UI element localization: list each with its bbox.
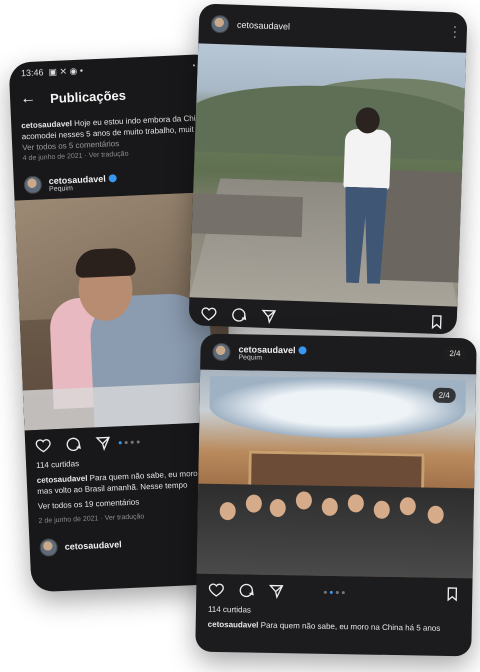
verified-badge [108,173,117,183]
avatar[interactable] [23,175,43,195]
save-icon[interactable] [444,586,460,602]
next-post-username[interactable]: cetosaudavel [64,539,121,551]
carousel-dots [118,439,140,444]
caption-text: Para quem não sabe, eu moro na China há … [260,620,441,633]
carousel-counter-inner: 2/4 [432,387,456,404]
notification-icons: ▣ ✕ ◉ • [48,65,84,77]
comment-icon[interactable] [65,436,82,453]
avatar[interactable] [212,342,231,362]
post-header: cetosaudavel Pequim 2/4 [200,334,477,375]
photo-man [343,128,392,191]
save-icon[interactable] [428,314,445,331]
avatar[interactable] [210,14,230,34]
post-location[interactable]: Pequim [238,354,306,362]
page-title: Publicações [49,87,127,106]
comment-icon[interactable] [238,582,254,598]
share-icon[interactable] [268,583,284,599]
comment-icon[interactable] [231,307,248,324]
heart-icon[interactable] [208,582,224,598]
carousel-dots [323,590,345,594]
heart-icon[interactable] [201,306,218,323]
avatar[interactable] [39,538,59,557]
post-date: 4 de junho de 2021 [22,152,83,163]
share-icon[interactable] [261,308,278,325]
photo-people [196,483,475,579]
see-translation-link[interactable]: Ver tradução [105,513,145,522]
verified-badge [298,345,307,354]
status-time: 13:46 [20,67,44,79]
post-date: 2 de junho de 2021 [38,515,99,525]
caption-username[interactable]: cetosaudavel [21,119,72,130]
photo-hair [74,247,136,279]
caption-username[interactable]: cetosaudavel [208,620,259,630]
post-actions [196,574,472,607]
post-photo[interactable] [189,43,467,307]
back-arrow-icon[interactable]: ← [20,90,37,109]
heart-icon[interactable] [35,437,52,454]
post-username[interactable]: cetosaudavel [238,344,295,355]
photo-ceiling [209,375,467,441]
great-wall-post: cetosaudavel · · · [188,3,468,335]
previous-post-caption: cetosaudavel Hoje eu estou indo embora d… [11,106,221,171]
photo-parapet [191,193,304,238]
post-photo[interactable]: 2/4 [196,369,477,579]
share-icon[interactable] [95,435,112,452]
carousel-counter: 2/4 [443,345,467,362]
kebab-icon[interactable]: · · · [452,19,457,43]
post-username[interactable]: cetosaudavel [237,20,290,32]
see-translation-link[interactable]: Ver tradução [89,151,129,160]
wifi-icon: ◔ [190,60,197,71]
group-photo-post: cetosaudavel Pequim 2/4 2/4 114 curtidas… [195,333,477,657]
